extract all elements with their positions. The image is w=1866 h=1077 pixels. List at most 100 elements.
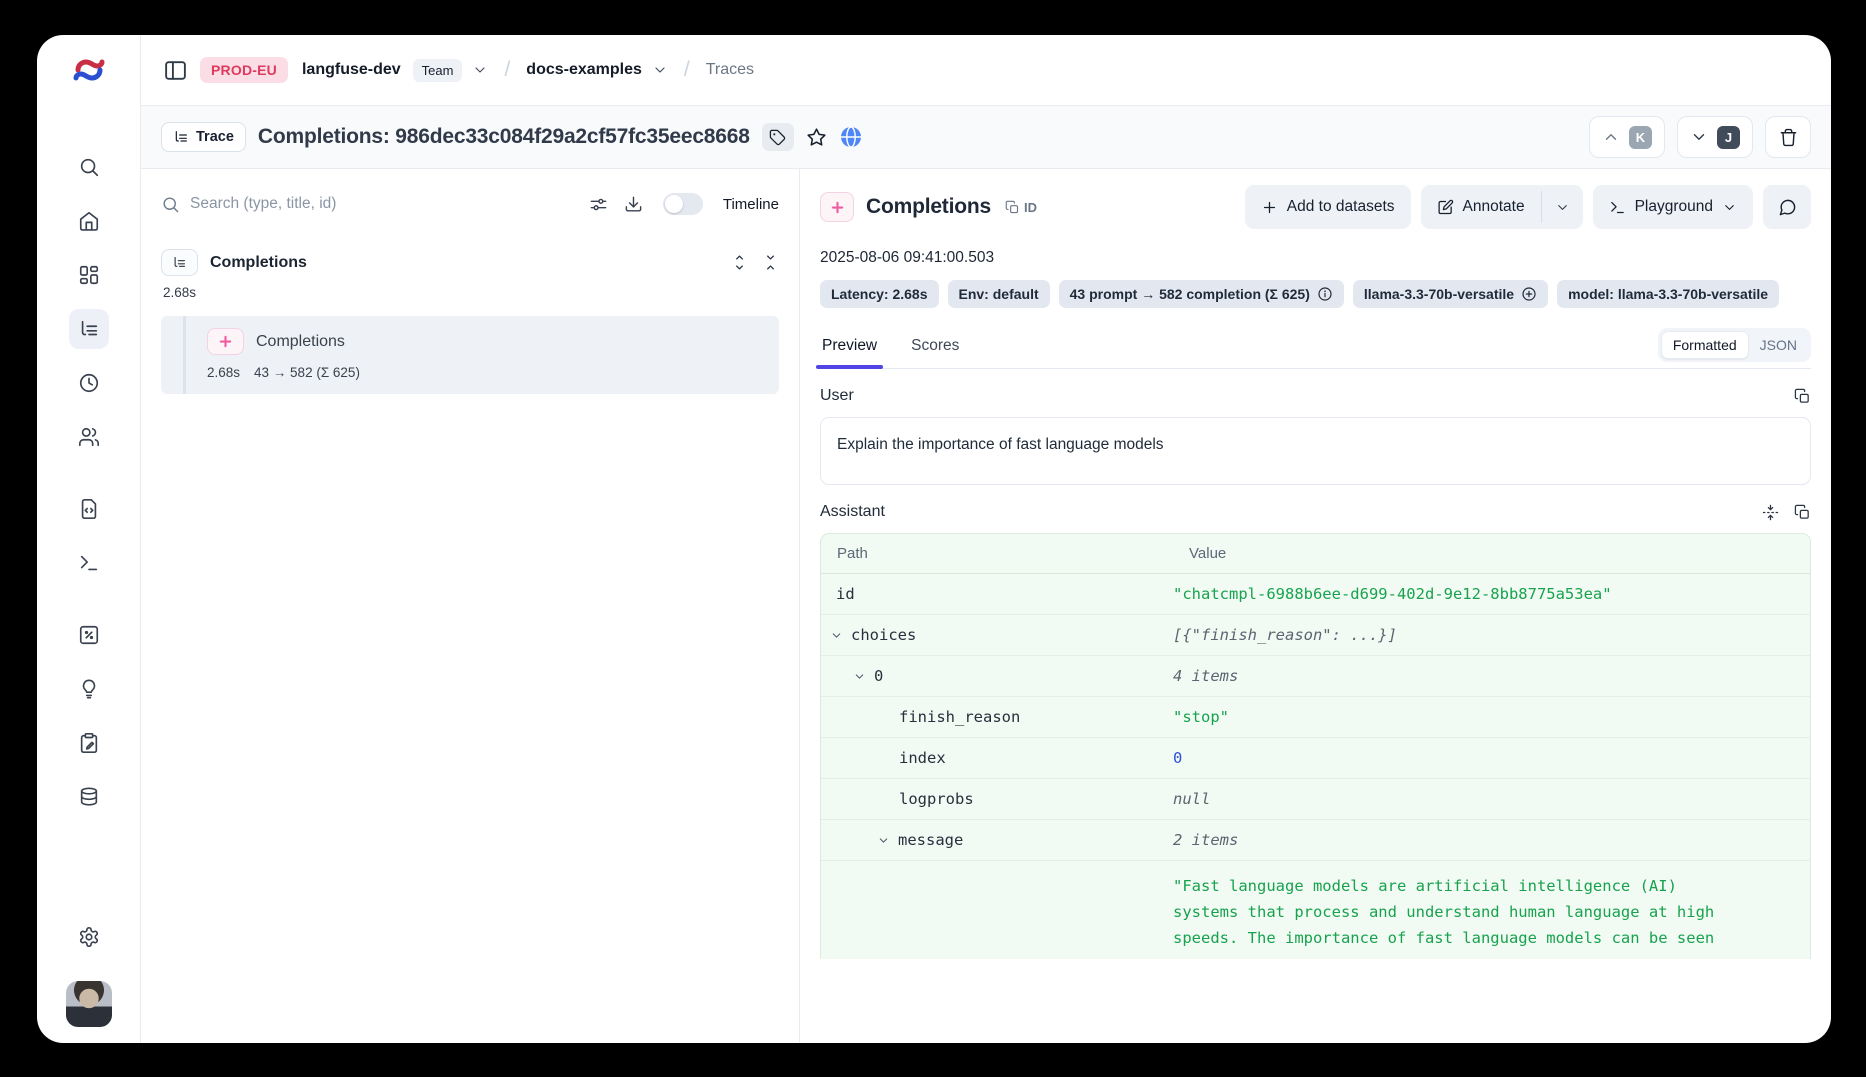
database-icon (78, 786, 100, 808)
annotate-dropdown-button[interactable] (1542, 185, 1583, 229)
sidebar-item-playground[interactable] (69, 543, 109, 583)
download-button[interactable] (624, 195, 643, 214)
panel-toggle-button[interactable] (163, 58, 188, 83)
shortcut-key-k: K (1629, 126, 1652, 149)
collapse-content-button[interactable] (1762, 504, 1779, 521)
gear-icon (78, 926, 100, 948)
terminal-icon (1609, 199, 1626, 216)
assistant-json-table: Path Value id "chatcmpl-6988b6ee-d699-40… (820, 533, 1811, 959)
breadcrumb-section[interactable]: Traces (706, 61, 754, 79)
playground-label: Playground (1635, 198, 1713, 216)
next-trace-button[interactable]: J (1677, 116, 1753, 158)
playground-button[interactable]: Playground (1593, 185, 1753, 229)
tab-scores[interactable]: Scores (909, 329, 961, 368)
detail-tabs: Preview Scores Formatted JSON (820, 328, 1811, 369)
chevron-down-icon[interactable] (877, 834, 890, 847)
project-chevron-down-icon[interactable] (652, 62, 668, 78)
clock-icon (78, 372, 100, 394)
chevron-down-icon[interactable] (853, 670, 866, 683)
breadcrumb-separator: / (500, 58, 514, 82)
timeline-toggle[interactable] (663, 193, 703, 215)
json-value: 4 items (1173, 659, 1810, 693)
left-rail (37, 35, 141, 1043)
trash-icon (1779, 128, 1798, 147)
json-value: null (1173, 782, 1810, 816)
fold-vertical-icon (1762, 504, 1779, 521)
table-row: id "chatcmpl-6988b6ee-d699-402d-9e12-8bb… (821, 574, 1810, 615)
copy-user-content-button[interactable] (1794, 388, 1811, 405)
sidebar-item-search[interactable] (69, 147, 109, 187)
copy-id-button[interactable]: ID (1005, 200, 1037, 215)
annotate-label: Annotate (1463, 198, 1525, 216)
comments-button[interactable] (1763, 185, 1811, 229)
timeline-label: Timeline (723, 196, 779, 213)
add-to-datasets-button[interactable]: Add to datasets (1245, 185, 1411, 229)
trace-title-bar: Trace Completions: 986dec33c084f29a2cf57… (141, 105, 1831, 169)
tree-root-label: Completions (210, 254, 307, 272)
table-row: index 0 (821, 738, 1810, 779)
format-formatted-option[interactable]: Formatted (1661, 331, 1749, 359)
chevron-down-icon[interactable] (830, 629, 843, 642)
pen-square-icon (1437, 199, 1454, 216)
panel-left-icon (163, 58, 188, 83)
sidebar-item-evaluations[interactable] (69, 615, 109, 655)
star-button[interactable] (806, 127, 827, 148)
sidebar-item-tracing[interactable] (69, 309, 109, 349)
tag-button[interactable] (762, 123, 794, 151)
json-key: index (899, 749, 946, 767)
copy-icon (1005, 200, 1020, 215)
delete-trace-button[interactable] (1765, 116, 1811, 158)
chevron-down-icon (1555, 200, 1570, 215)
format-json-option[interactable]: JSON (1749, 332, 1808, 358)
token-usage-badge[interactable]: 43 prompt → 582 completion (Σ 625) (1059, 280, 1344, 308)
tree-selected-node[interactable]: Completions 2.68s 43 → 582 (Σ 625) (161, 316, 779, 394)
tree-root-duration: 2.68s (161, 285, 779, 300)
rail-bottom (66, 903, 112, 1043)
tree-root-node[interactable]: Completions (161, 249, 779, 276)
previous-trace-button[interactable]: K (1589, 116, 1665, 158)
sidebar-item-users[interactable] (69, 417, 109, 457)
json-key: 0 (874, 667, 883, 685)
search-input[interactable] (190, 195, 573, 213)
generation-node-icon (207, 328, 244, 355)
star-icon (806, 127, 827, 148)
json-key: message (898, 831, 963, 849)
sidebar-item-datasets[interactable] (69, 777, 109, 817)
sidebar-item-prompts[interactable] (69, 489, 109, 529)
json-value: "chatcmpl-6988b6ee-d699-402d-9e12-8bb877… (1173, 577, 1810, 611)
org-chevron-down-icon[interactable] (472, 62, 488, 78)
json-key: id (836, 585, 855, 603)
search-icon (161, 195, 180, 214)
public-globe-button[interactable] (839, 125, 863, 149)
sidebar-item-dashboard[interactable] (69, 255, 109, 295)
annotate-button[interactable]: Annotate (1421, 185, 1541, 229)
project-name[interactable]: docs-examples (526, 61, 642, 79)
langfuse-logo[interactable] (37, 35, 140, 105)
filter-settings-button[interactable] (589, 195, 608, 214)
model-link-badge[interactable]: llama-3.3-70b-versatile (1353, 280, 1548, 308)
user-avatar[interactable] (66, 981, 112, 1027)
observation-tree-panel: Timeline Completions 2.68s Completions (141, 169, 800, 1043)
breadcrumb-separator: / (680, 58, 694, 82)
assistant-label: Assistant (820, 503, 885, 521)
tab-preview[interactable]: Preview (820, 329, 879, 368)
tree-indent-guide (183, 316, 186, 394)
sidebar-item-settings[interactable] (69, 917, 109, 957)
org-name[interactable]: langfuse-dev (302, 61, 401, 79)
chevron-down-icon (1722, 200, 1737, 215)
sidebar-item-sessions[interactable] (69, 363, 109, 403)
users-icon (78, 426, 100, 448)
expand-all-button[interactable] (731, 254, 748, 271)
sidebar-item-annotation[interactable] (69, 723, 109, 763)
collapse-all-button[interactable] (762, 254, 779, 271)
table-row: "Fast language models are artificial int… (821, 861, 1810, 959)
table-row: logprobs null (821, 779, 1810, 820)
copy-assistant-content-button[interactable] (1794, 504, 1811, 521)
json-value: "stop" (1173, 700, 1810, 734)
observation-title: Completions (866, 195, 991, 219)
table-row: finish_reason "stop" (821, 697, 1810, 738)
circle-plus-icon (1521, 286, 1537, 302)
tree-child-duration: 2.68s (207, 365, 240, 380)
sidebar-item-home[interactable] (69, 201, 109, 241)
sidebar-item-insights[interactable] (69, 669, 109, 709)
